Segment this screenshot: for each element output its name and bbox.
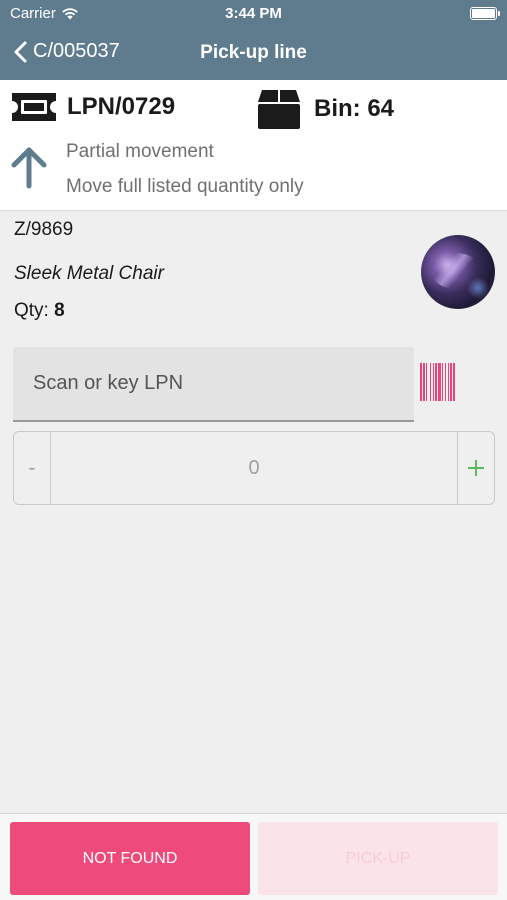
increment-button[interactable] <box>457 432 494 504</box>
quantity-stepper: - 0 <box>13 431 495 505</box>
item-quantity: Qty: 8 <box>14 300 65 322</box>
back-label: C/005037 <box>33 40 120 62</box>
back-button[interactable]: C/005037 <box>14 40 120 63</box>
chevron-left-icon <box>14 41 27 62</box>
box-icon <box>258 90 300 129</box>
movement-title: Partial movement <box>66 141 214 162</box>
decrement-button[interactable]: - <box>14 432 51 504</box>
bin-label: Bin: 64 <box>314 95 395 122</box>
lpn-label: LPN/0729 <box>67 93 176 120</box>
not-found-button[interactable]: NOT FOUND <box>10 822 250 895</box>
lpn-info: LPN/0729 <box>10 90 175 124</box>
pickup-header: LPN/0729 Bin: 64 Partial movement Move f… <box>0 80 507 211</box>
clock: 3:44 PM <box>225 5 282 22</box>
scan-field <box>13 347 414 422</box>
item-image[interactable] <box>421 235 495 309</box>
item-code: Z/9869 <box>14 219 74 240</box>
pick-up-button[interactable]: PICK-UP <box>258 822 498 895</box>
movement-indicator <box>9 146 49 195</box>
qty-label: Qty: <box>14 300 49 321</box>
quantity-value[interactable]: 0 <box>51 432 457 504</box>
qty-value: 8 <box>54 300 65 321</box>
arrow-up-icon <box>11 147 47 189</box>
ticket-icon <box>12 93 56 121</box>
bin-info: Bin: 64 <box>257 88 394 130</box>
action-bar: NOT FOUND PICK-UP <box>0 813 507 900</box>
item-name: Sleek Metal Chair <box>14 263 164 284</box>
status-bar: Carrier 3:44 PM <box>0 0 507 28</box>
battery-icon <box>470 7 500 20</box>
nav-bar: C/005037 Pick-up line <box>0 28 507 80</box>
plus-icon <box>468 460 484 476</box>
lpn-input[interactable] <box>13 347 414 420</box>
barcode-icon[interactable] <box>420 363 471 401</box>
movement-subtitle: Move full listed quantity only <box>66 176 304 197</box>
